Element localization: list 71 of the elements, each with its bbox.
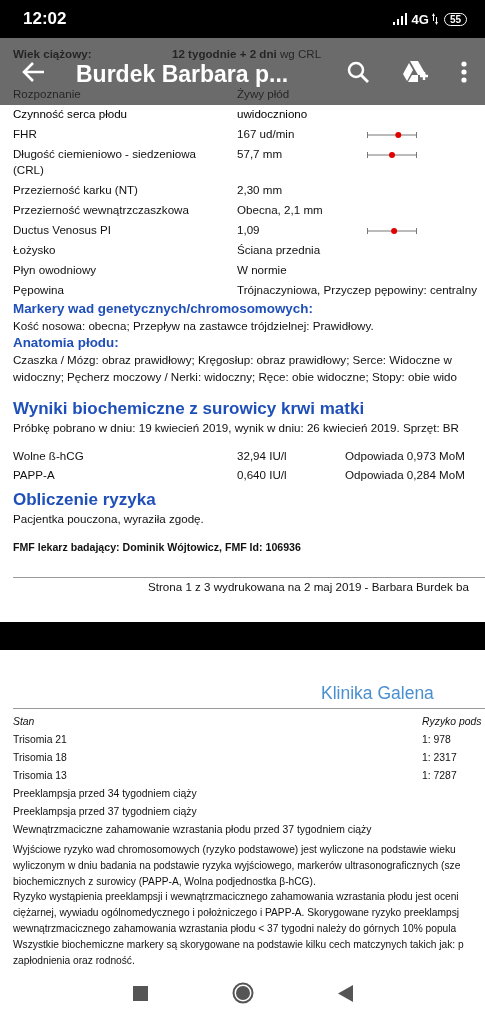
- home-icon[interactable]: [231, 982, 254, 1004]
- table-cell-text: 32,94 IU/l: [237, 448, 288, 464]
- table-cell-text: Wolne ß-hCG: [13, 448, 85, 464]
- more-options-icon[interactable]: [461, 60, 467, 83]
- section-heading: Anatomia płodu:: [13, 334, 120, 351]
- section-text: Kość nosowa: obecna; Przepływ na zastawce trójdzielnej: Prawidłowy.: [13, 318, 375, 334]
- field-label: Ductus Venosus PI: [13, 222, 112, 238]
- field-label: Łożysko: [13, 242, 57, 258]
- table-cell-text: 1: 978: [422, 733, 452, 747]
- field-label: Długość ciemieniowo - siedzeniowa (CRL): [13, 146, 197, 178]
- table-cell-text: 1: 7287: [422, 769, 458, 783]
- recents-icon[interactable]: [132, 985, 148, 1001]
- table-cell-text: Wewnątrzmaciczne zahamowanie wzrastania płodu przed 37 tygodniem ciąży: [13, 823, 373, 837]
- table-cell-text: 1: 2317: [422, 751, 458, 765]
- field-label: Przezierność karku (NT): [13, 182, 139, 198]
- field-value: 2,30 mm: [237, 182, 284, 198]
- signal-icon: [392, 13, 409, 25]
- search-icon[interactable]: [347, 60, 369, 83]
- paragraph-text: wewnątrzmacicznego zahamowania wzrastania płodu < 37 tygodni należy do górnych 10% popula: [13, 922, 458, 936]
- field-value: W normie: [237, 262, 288, 278]
- section-heading: Wyniki biochemiczne z surowicy krwi matki: [13, 399, 366, 419]
- examiner-text: FMF lekarz badający: Dominik Wójtowicz, FMF Id: 106936: [13, 541, 302, 553]
- field-label: Przezierność wewnątrzczaszkowa: [13, 202, 190, 218]
- document-title: Burdek Barbara p...: [76, 61, 289, 86]
- field-value: Trójnaczyniowa, Przyczep pępowiny: centralny: [237, 282, 478, 298]
- table-cell-text: Trisomia 18: [13, 751, 68, 765]
- field-label: FHR: [13, 126, 38, 142]
- field-value: Żywy płód: [237, 86, 291, 102]
- section-text: Czaszka / Mózg: obraz prawidłowy; Kręgosłup: obraz prawidłowy; Serce: Widoczne w: [13, 352, 453, 368]
- section-heading: Obliczenie ryzyka: [13, 490, 157, 510]
- table-cell-text: PAPP-A: [13, 467, 56, 483]
- paragraph-text: Wszystkie biochemiczne markery są skorygowane na podstawie kilku cech matczynych takich jak: p: [13, 937, 465, 952]
- drive-add-icon[interactable]: [402, 60, 428, 83]
- clock-time: 12:02: [23, 9, 67, 28]
- table-cell-text: Odpowiada 0,284 MoM: [345, 467, 466, 483]
- table-cell-text: Preeklampsja przed 34 tygodniem ciąży: [13, 787, 198, 801]
- field-value: Obecna, 2,1 mm: [237, 202, 324, 218]
- back-icon[interactable]: [337, 984, 353, 1002]
- back-icon[interactable]: [22, 60, 46, 83]
- paragraph-text: ciężarnej, wywiadu ogólnomedycznego i położniczego i PAPP-A. Skorygowane ryzyko preeklampsj: [13, 906, 460, 921]
- field-label: Czynność serca płodu: [13, 106, 129, 122]
- table-cell-text: Odpowiada 0,973 MoM: [345, 448, 466, 464]
- page-footer: Strona 1 z 3 wydrukowana na 2 maj 2019 - Barbara Burdek ba: [148, 580, 485, 593]
- field-value: 12 tygodnie + 2 dni wg CRL: [172, 46, 322, 60]
- field-label: Wiek ciążowy:: [13, 46, 93, 60]
- paragraph-text: zapłodnienia oraz rodność.: [13, 953, 136, 968]
- section-text: Pacjentka pouczona, wyraziła zgodę.: [13, 511, 205, 527]
- data-arrows-icon: [431, 13, 438, 25]
- field-label: Pępowina: [13, 282, 65, 298]
- paragraph-text: biochemicznych z surowicy (PAPP-A, Wolna podjednostka β-hCG).: [13, 874, 317, 889]
- field-value: 57,7 mm: [237, 146, 284, 162]
- table-cell-text: Trisomia 21: [13, 733, 68, 747]
- table-cell-text: 0,640 IU/l: [237, 467, 288, 483]
- field-value: uwidoczniono: [237, 106, 309, 122]
- field-label: Rozpoznanie: [13, 86, 82, 102]
- section-text: Próbkę pobrano w dniu: 19 kwiecień 2019, wynik w dniu: 26 kwiecień 2019. Sprzęt: BR: [13, 420, 460, 436]
- field-value: 1,09: [237, 222, 261, 238]
- column-header: Ryzyko pods: [422, 715, 483, 729]
- table-cell-text: Trisomia 13: [13, 769, 68, 783]
- paragraph-text: wyliczonym w dniu badania na podstawie ryzyka wyjściowego, markerów ultrasonograficznych (sze: [13, 858, 462, 873]
- field-label: Płyn owodniowy: [13, 262, 98, 278]
- paragraph-text: Ryzyko wystąpienia preeklampsji i wewnątrzmacicznego zahamowania wzrastania płodu jest oceni: [13, 890, 460, 905]
- field-value: Ściana przednia: [237, 242, 322, 258]
- table-cell-text: Preeklampsja przed 37 tygodniem ciąży: [13, 805, 198, 819]
- paragraph-text: Wyjściowe ryzyko wad chromosomowych (ryzyko podstawowe) jest wyliczone na podstawie wieku: [13, 843, 457, 857]
- field-value: 167 ud/min: [237, 126, 296, 142]
- network-type: 4G: [411, 11, 429, 27]
- section-text: widoczny; Pęcherz moczowy / Nerki: widoczny; Ręce: obie widoczne; Stopy: obie wido: [13, 369, 458, 385]
- section-heading: Markery wad genetycznych/chromosomowych:: [13, 300, 314, 317]
- clinic-name: Klinika Galena: [321, 682, 435, 704]
- column-header: Stan: [13, 715, 36, 729]
